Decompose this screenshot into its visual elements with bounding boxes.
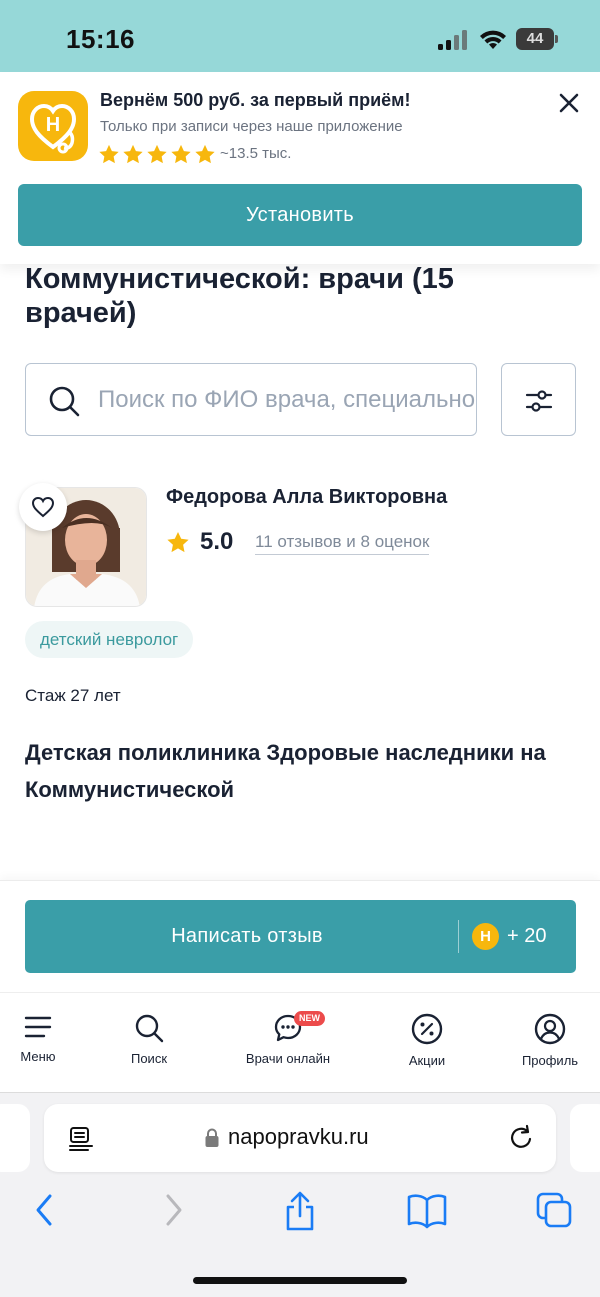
- search-placeholder: Поиск по ФИО врача, специальности: [98, 386, 477, 413]
- nav-promotions[interactable]: Акции: [377, 1013, 477, 1068]
- battery-level: 44: [516, 28, 554, 50]
- specialty-tag[interactable]: детский невролог: [25, 621, 194, 658]
- divider: [458, 920, 459, 953]
- banner-rating-count: ~13.5 тыс.: [220, 145, 292, 162]
- new-badge: NEW: [294, 1011, 325, 1026]
- nav-profile-label: Профиль: [521, 1053, 579, 1068]
- nav-menu-label: Меню: [20, 1049, 56, 1064]
- favorite-button[interactable]: [19, 483, 67, 531]
- nav-doctors-online-label: Врачи онлайн: [245, 1051, 331, 1066]
- page-menu-icon: [69, 1127, 93, 1151]
- close-icon[interactable]: [556, 90, 582, 116]
- share-icon[interactable]: [282, 1190, 318, 1232]
- doctor-rating: 5.0: [200, 528, 234, 555]
- percent-icon: [411, 1013, 443, 1045]
- app-icon-letter: Н: [46, 114, 60, 136]
- banner-subtitle: Только при записи через наше приложение: [100, 118, 403, 135]
- app-icon[interactable]: Н: [18, 91, 88, 161]
- cellular-signal-icon: [438, 30, 467, 50]
- coin-icon: Н: [472, 923, 499, 950]
- search-icon: [49, 386, 80, 417]
- write-review-button[interactable]: Написать отзыв Н + 20: [25, 900, 576, 973]
- star-icon: [195, 144, 215, 164]
- heart-stethoscope-icon: Н: [29, 103, 77, 154]
- nav-search-label: Поиск: [130, 1051, 168, 1066]
- banner-rating-stars: [98, 144, 216, 164]
- lock-icon: [205, 1128, 219, 1147]
- bookmarks-icon[interactable]: [406, 1190, 448, 1230]
- reload-icon[interactable]: [508, 1124, 534, 1152]
- bonus-points: + 20: [507, 925, 547, 947]
- address-bar[interactable]: napopravku.ru: [44, 1104, 556, 1172]
- wifi-icon: [480, 30, 506, 49]
- url-text: napopravku.ru: [228, 1124, 369, 1149]
- clinic-name[interactable]: Детская поликлиника Здоровые наследники …: [25, 734, 565, 808]
- banner-title: Вернём 500 руб. за первый приём!: [100, 90, 411, 110]
- install-button[interactable]: Установить: [18, 184, 582, 246]
- nav-promotions-label: Акции: [408, 1053, 446, 1068]
- star-icon: [147, 144, 167, 164]
- nav-doctors-online[interactable]: NEW Врачи онлайн: [238, 1011, 338, 1066]
- doctor-experience: Стаж 27 лет: [25, 686, 121, 705]
- heart-icon: [31, 496, 55, 518]
- battery-icon: 44: [516, 28, 558, 50]
- app-install-banner: Н Вернём 500 руб. за первый приём! Тольк…: [0, 72, 600, 264]
- nav-menu[interactable]: Меню: [0, 1013, 88, 1064]
- filter-button[interactable]: [501, 363, 576, 436]
- bottom-nav: Меню Поиск NEW Врачи онлайн Акции Профил…: [0, 992, 600, 1092]
- menu-icon: [24, 1016, 52, 1038]
- nav-profile[interactable]: Профиль: [500, 1013, 600, 1068]
- star-icon: [171, 144, 191, 164]
- star-icon: [167, 532, 189, 553]
- reviews-link[interactable]: 11 отзывов и 8 оценок: [255, 532, 430, 555]
- forward-icon[interactable]: [162, 1190, 186, 1230]
- filter-sliders-icon: [525, 390, 553, 412]
- nav-search[interactable]: Поиск: [99, 1013, 199, 1066]
- doctor-name[interactable]: Федорова Алла Викторовна: [166, 486, 447, 509]
- battery-tip: [555, 35, 558, 43]
- next-tab[interactable]: [570, 1104, 600, 1172]
- home-indicator: [193, 1277, 407, 1284]
- star-icon: [99, 144, 119, 164]
- back-icon[interactable]: [32, 1190, 56, 1230]
- previous-tab[interactable]: [0, 1104, 30, 1172]
- star-icon: [123, 144, 143, 164]
- search-icon: [135, 1014, 164, 1043]
- tabs-icon[interactable]: [534, 1190, 574, 1230]
- search-input[interactable]: Поиск по ФИО врача, специальности: [25, 363, 477, 436]
- page-title: Коммунистической: врачи (15 врачей): [25, 263, 454, 329]
- status-time: 15:16: [66, 24, 135, 54]
- write-review-label: Написать отзыв: [171, 925, 323, 947]
- profile-icon: [534, 1013, 566, 1045]
